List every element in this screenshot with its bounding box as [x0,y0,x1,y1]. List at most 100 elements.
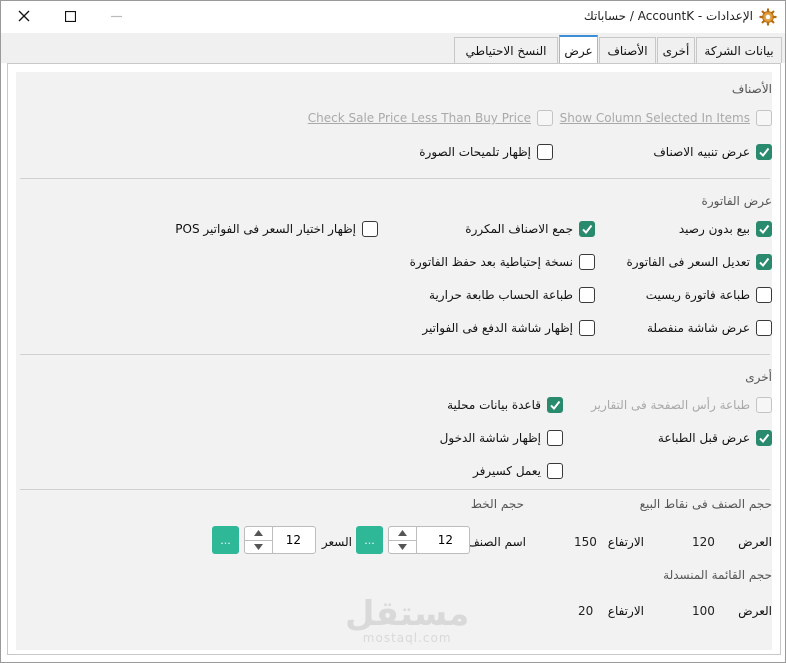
checkbox-label: عرض قبل الطباعة [657,431,750,445]
stepper-up-button[interactable] [389,527,416,541]
tab-strip: بيانات الشركة أخرى الأصناف عرض النسخ الا… [1,33,785,64]
stepper-down-button[interactable] [389,541,416,554]
price-font-picker-button[interactable]: ... [212,526,239,554]
checkbox-box[interactable] [537,144,553,160]
tab-backup[interactable]: النسخ الاحتياطي [454,37,558,63]
show-price-choice-pos-checkbox[interactable]: إظهار اختيار السعر فى الفواتير POS [175,221,378,237]
checkbox-box[interactable] [756,320,772,336]
settings-content: الأصناف Show Column Selected In Items Ch… [16,72,772,650]
minimize-button[interactable] [93,1,139,31]
print-thermal-checkbox[interactable]: طباعة الحساب طابعة حرارية [429,287,595,303]
checkbox-label: عرض تنبيه الاصناف [653,145,750,159]
checkbox-box[interactable] [579,221,595,237]
mostaql-watermark: مستقل mostaql.com [345,597,469,645]
merge-repeated-items-checkbox[interactable]: جمع الاصناف المكررة [465,221,595,237]
checkbox-box[interactable] [579,254,595,270]
checkbox-label: إظهار تلميحات الصورة [419,145,531,159]
pos-width-value: 120 [692,535,715,549]
checkbox-box[interactable] [756,254,772,270]
checkbox-label: جمع الاصناف المكررة [465,222,573,236]
checkbox-box[interactable] [537,110,553,126]
preview-before-print-checkbox[interactable]: عرض قبل الطباعة [658,430,772,446]
works-as-server-checkbox[interactable]: يعمل كسيرفر [473,463,563,479]
local-database-checkbox[interactable]: قاعدة بيانات محلية [447,397,563,413]
edit-price-checkbox[interactable]: تعديل السعر فى الفاتورة [627,254,772,270]
tab-items[interactable]: الأصناف [599,37,656,63]
section-divider [20,354,770,355]
font-size-title: حجم الخط [470,497,524,511]
checkmark-icon [759,147,770,158]
checkbox-label: طباعة رأس الصفحة فى التقارير [591,398,750,412]
pos-height-label: الارتفاع [607,535,644,549]
tab-display[interactable]: عرض [559,35,598,64]
checkmark-icon [582,224,593,235]
checkbox-box[interactable] [547,430,563,446]
checkbox-box[interactable] [756,110,772,126]
section-divider [20,489,770,490]
sell-without-balance-checkbox[interactable]: بيع بدون رصيد [679,221,772,237]
show-payment-screen-checkbox[interactable]: إظهار شاشة الدفع فى الفواتير [422,320,595,336]
window-title: الإعدادات - AccountK / حساباتك [583,9,753,23]
close-button[interactable] [1,1,47,31]
title-bar: الإعدادات - AccountK / حساباتك [1,1,785,33]
checkbox-box[interactable] [362,221,378,237]
checkbox-label: طباعة فاتورة ريسيت [645,288,750,302]
watermark-arabic: مستقل [345,594,470,634]
item-name-font-input[interactable] [417,527,459,553]
checkbox-label: عرض شاشة منفصلة [646,321,750,335]
item-name-font-stepper[interactable] [388,526,470,554]
tab-other[interactable]: أخرى [657,37,695,63]
checkbox-label: تعديل السعر فى الفاتورة [626,255,750,269]
stepper-arrows [245,527,273,553]
checkmark-icon [759,257,770,268]
check-sale-price-checkbox[interactable]: Check Sale Price Less Than Buy Price [308,110,553,126]
price-font-stepper[interactable] [244,526,316,554]
tab-label: بيانات الشركة [704,43,774,58]
item-name-font-picker-button[interactable]: ... [356,526,383,554]
show-login-screen-checkbox[interactable]: إظهار شاشة الدخول [440,430,563,446]
checkbox-label: Show Column Selected In Items [559,111,750,125]
checkbox-box[interactable] [756,287,772,303]
watermark-latin: mostaql.com [362,631,452,645]
checkmark-icon [550,400,561,411]
price-font-input[interactable] [273,527,307,553]
stepper-down-button[interactable] [245,541,272,554]
settings-window: الإعدادات - AccountK / حساباتك بيانات ال… [0,0,786,663]
pos-item-size-title: حجم الصنف فى نقاط البيع [639,497,772,511]
checkbox-box[interactable] [756,430,772,446]
checkbox-label: نسخة إحتياطية بعد حفظ الفاتورة [409,255,573,269]
maximize-button[interactable] [47,1,93,31]
separate-screen-checkbox[interactable]: عرض شاشة منفصلة [647,320,772,336]
checkbox-label: إظهار شاشة الدخول [439,431,541,445]
checkbox-box[interactable] [756,144,772,160]
tab-label: الأصناف [607,43,648,58]
tab-label: النسخ الاحتياطي [465,43,547,58]
minimize-icon [110,15,122,17]
checkbox-label: بيع بدون رصيد [678,222,750,236]
checkbox-box[interactable] [579,287,595,303]
print-report-header-checkbox[interactable]: طباعة رأس الصفحة فى التقارير [591,397,772,413]
dropdown-height-label: الارتفاع [607,604,644,618]
triangle-down-icon [398,543,407,550]
section-title-items: الأصناف [731,82,772,96]
checkbox-box[interactable] [547,463,563,479]
dropdown-height-value: 20 [578,604,594,618]
stepper-up-button[interactable] [245,527,272,541]
checkmark-icon [759,224,770,235]
checkbox-label: إظهار شاشة الدفع فى الفواتير [422,321,573,335]
checkbox-box[interactable] [756,221,772,237]
tab-company-data[interactable]: بيانات الشركة [696,37,782,63]
show-image-tips-checkbox[interactable]: إظهار تلميحات الصورة [419,144,553,160]
dropdown-width-label: العرض [738,604,772,618]
print-receipt-checkbox[interactable]: طباعة فاتورة ريسيت [646,287,772,303]
backup-after-save-checkbox[interactable]: نسخة إحتياطية بعد حفظ الفاتورة [410,254,595,270]
section-title-other: أخرى [745,370,772,384]
show-items-alert-checkbox[interactable]: عرض تنبيه الاصناف [653,144,772,160]
section-divider [20,178,770,179]
show-column-selected-checkbox[interactable]: Show Column Selected In Items [560,110,772,126]
checkbox-label: Check Sale Price Less Than Buy Price [307,111,531,125]
pos-width-label: العرض [738,535,772,549]
checkbox-box[interactable] [756,397,772,413]
checkbox-box[interactable] [547,397,563,413]
checkbox-box[interactable] [579,320,595,336]
